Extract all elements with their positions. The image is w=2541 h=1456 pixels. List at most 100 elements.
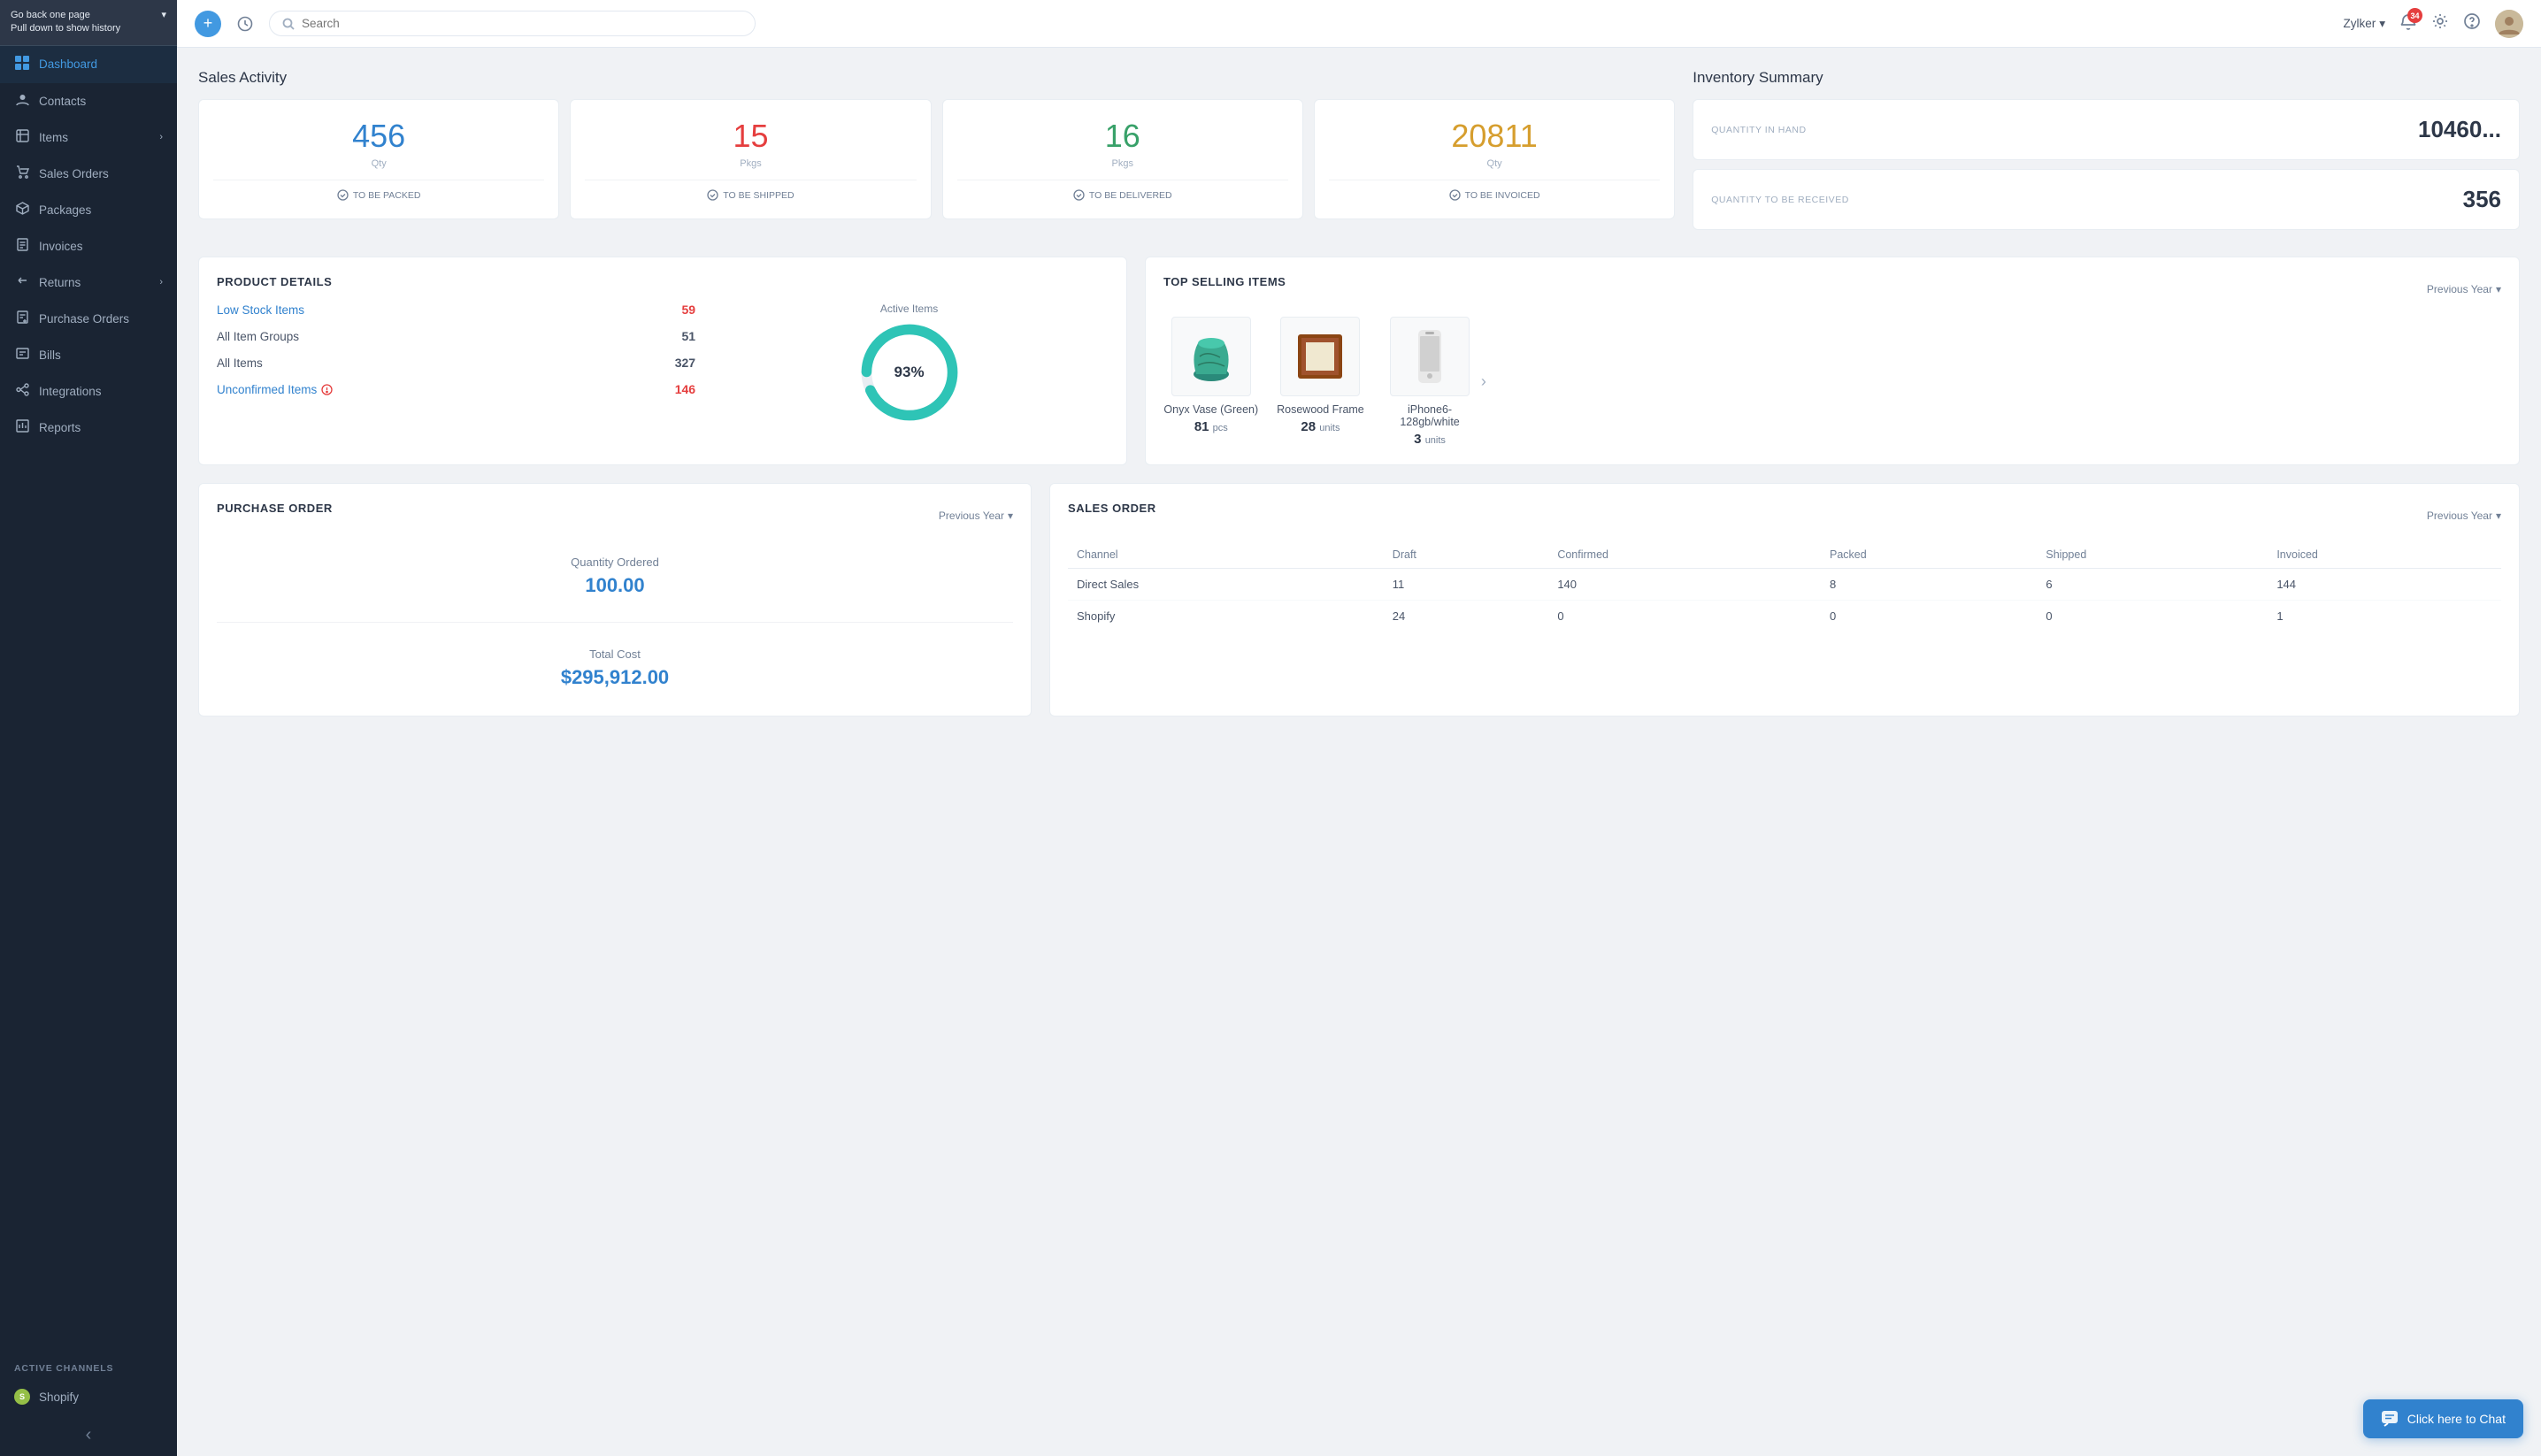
sidebar-item-packages[interactable]: Packages — [0, 192, 177, 228]
sidebar-item-items[interactable]: Items › — [0, 119, 177, 156]
all-groups-value: 51 — [682, 329, 696, 343]
product-row-groups: All Item Groups 51 — [217, 329, 695, 343]
back-button[interactable]: Go back one page Pull down to show histo… — [0, 0, 177, 46]
vase-image — [1180, 326, 1242, 387]
donut-chart: 93% — [861, 324, 958, 421]
middle-section: PRODUCT DETAILS Low Stock Items 59 All I… — [198, 257, 2520, 465]
activity-card-deliver: 16 Pkgs TO BE DELIVERED — [942, 99, 1303, 219]
dashboard-icon — [14, 56, 30, 73]
so-period[interactable]: Previous Year ▾ — [2427, 510, 2501, 522]
sidebar-item-dashboard[interactable]: Dashboard — [0, 46, 177, 83]
so-header: SALES ORDER Previous Year ▾ — [1068, 502, 2501, 529]
invoice-status-label: TO BE INVOICED — [1465, 190, 1540, 201]
invoice-qty: 20811 — [1329, 118, 1660, 155]
history-button[interactable] — [232, 11, 258, 37]
qty-in-hand-value: 10460... — [2418, 116, 2501, 143]
so-table-head: Channel Draft Confirmed Packed Shipped I… — [1068, 541, 2501, 569]
sidebar-collapse-btn[interactable]: ‹ — [0, 1414, 177, 1456]
ship-status-label: TO BE SHIPPED — [723, 190, 794, 201]
notification-button[interactable]: 34 — [2399, 13, 2417, 34]
integrations-icon — [14, 383, 30, 400]
item-unit-1: units — [1319, 423, 1340, 433]
main-content: + Zylker ▾ 34 — [177, 0, 2541, 1456]
invoice-unit: Qty — [1329, 158, 1660, 169]
top-item-1: Rosewood Frame 28 units — [1273, 317, 1369, 434]
low-stock-label[interactable]: Low Stock Items — [217, 303, 304, 317]
settings-button[interactable] — [2431, 12, 2449, 34]
topbar: + Zylker ▾ 34 — [177, 0, 2541, 48]
help-button[interactable] — [2463, 12, 2481, 34]
chevron-right-icon: › — [159, 132, 163, 142]
top-selling-title: TOP SELLING ITEMS — [1163, 275, 1286, 288]
item-name-1: Rosewood Frame — [1273, 403, 1369, 416]
warning-icon — [321, 384, 333, 395]
so-table: Channel Draft Confirmed Packed Shipped I… — [1068, 541, 2501, 632]
sidebar-item-reports[interactable]: Reports — [0, 410, 177, 446]
so-invoiced-1: 1 — [2268, 601, 2501, 632]
product-list: Low Stock Items 59 All Item Groups 51 Al… — [217, 303, 695, 421]
deliver-unit: Pkgs — [957, 158, 1288, 169]
sidebar-item-label: Items — [39, 131, 68, 144]
col-shipped: Shipped — [2037, 541, 2268, 569]
product-row-unconfirmed: Unconfirmed Items 146 — [217, 382, 695, 396]
help-icon — [2463, 12, 2481, 30]
so-invoiced-0: 144 — [2268, 569, 2501, 601]
sidebar-item-contacts[interactable]: Contacts — [0, 83, 177, 119]
invoices-icon — [14, 238, 30, 255]
qty-in-hand-card: QUANTITY IN HAND 10460... — [1693, 99, 2520, 160]
topbar-right: Zylker ▾ 34 — [2343, 10, 2523, 38]
bills-icon — [14, 347, 30, 364]
low-stock-value: 59 — [682, 303, 696, 317]
contacts-icon — [14, 93, 30, 110]
so-confirmed-1: 0 — [1548, 601, 1821, 632]
items-grid: Onyx Vase (Green) 81 pcs — [1163, 317, 1478, 447]
po-period[interactable]: Previous Year ▾ — [939, 510, 1013, 522]
carousel-next-arrow[interactable]: › — [1478, 372, 1490, 391]
sidebar-item-sales-orders[interactable]: Sales Orders — [0, 156, 177, 192]
unconfirmed-label[interactable]: Unconfirmed Items — [217, 383, 317, 396]
deliver-status: TO BE DELIVERED — [957, 180, 1288, 201]
col-draft: Draft — [1384, 541, 1549, 569]
user-avatar-img — [2495, 10, 2523, 38]
so-period-chevron-icon: ▾ — [2496, 510, 2501, 522]
add-button[interactable]: + — [195, 11, 221, 37]
item-img-phone — [1390, 317, 1470, 396]
top-selling-period[interactable]: Previous Year ▾ — [2427, 283, 2501, 295]
search-input[interactable] — [302, 17, 742, 30]
po-cost-label: Total Cost — [217, 648, 1013, 661]
chat-button[interactable]: Click here to Chat — [2363, 1399, 2523, 1438]
item-unit-2: units — [1425, 435, 1446, 446]
sidebar-item-integrations[interactable]: Integrations — [0, 373, 177, 410]
product-row-items: All Items 327 — [217, 356, 695, 370]
unconfirmed-value: 146 — [675, 382, 695, 396]
so-packed-0: 8 — [1821, 569, 2037, 601]
sidebar-item-purchase-orders[interactable]: Purchase Orders — [0, 301, 177, 337]
sidebar-item-bills[interactable]: Bills — [0, 337, 177, 373]
item-qty-1: 28 units — [1273, 419, 1369, 434]
frame-image — [1289, 326, 1351, 387]
avatar[interactable] — [2495, 10, 2523, 38]
items-carousel: Onyx Vase (Green) 81 pcs — [1163, 317, 2501, 447]
sidebar: Go back one page Pull down to show histo… — [0, 0, 177, 1456]
col-channel: Channel — [1068, 541, 1384, 569]
item-img-frame — [1280, 317, 1360, 396]
so-confirmed-0: 140 — [1548, 569, 1821, 601]
circle-check-icon — [337, 189, 349, 201]
sidebar-item-shopify[interactable]: S Shopify — [0, 1379, 177, 1414]
search-bar[interactable] — [269, 11, 756, 36]
sidebar-item-label: Invoices — [39, 240, 83, 253]
top-selling-card: TOP SELLING ITEMS Previous Year ▾ — [1145, 257, 2520, 465]
sidebar-item-invoices[interactable]: Invoices — [0, 228, 177, 264]
so-shipped-0: 6 — [2037, 569, 2268, 601]
po-qty-value: 100.00 — [217, 574, 1013, 597]
product-row-lowstock: Low Stock Items 59 — [217, 303, 695, 317]
item-name-2: iPhone6-128gb/white — [1382, 403, 1478, 428]
sidebar-item-returns[interactable]: Returns › — [0, 264, 177, 301]
search-icon — [282, 18, 295, 30]
sales-activity-panel: Sales Activity 456 Qty TO BE PACKED 15 P… — [198, 69, 1675, 239]
user-menu[interactable]: Zylker ▾ — [2343, 17, 2385, 31]
sidebar-item-label: Reports — [39, 421, 81, 434]
all-items-value: 327 — [675, 356, 695, 370]
user-chevron-icon: ▾ — [2379, 17, 2385, 31]
dashboard-content: Sales Activity 456 Qty TO BE PACKED 15 P… — [177, 48, 2541, 1456]
